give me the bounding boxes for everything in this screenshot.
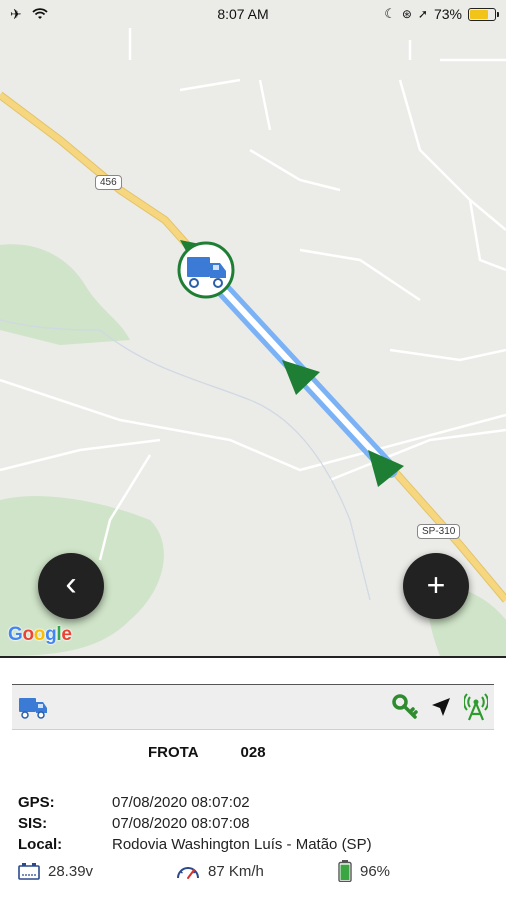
moon-icon: ☾ bbox=[384, 6, 396, 21]
vehicle-bar bbox=[12, 684, 494, 730]
add-button[interactable]: + bbox=[403, 553, 469, 619]
frota-number: 028 bbox=[240, 744, 266, 761]
speedometer-icon bbox=[177, 867, 199, 879]
frota-label: FROTA bbox=[148, 744, 199, 761]
sis-label: SIS: bbox=[18, 815, 48, 832]
battery-level-fill bbox=[470, 9, 488, 19]
navigation-arrow-icon[interactable] bbox=[430, 696, 452, 718]
location-arrow-icon: ➚ bbox=[417, 7, 428, 21]
gps-row: GPS: 07/08/2020 08:07:02 bbox=[18, 792, 498, 813]
vehicle-metrics: 28.39v 87 Km/h 96% bbox=[18, 860, 498, 882]
road-shield-sp310: SP-310 bbox=[417, 524, 461, 539]
local-value: Rodovia Washington Luís - Matão (SP) bbox=[112, 836, 372, 853]
highway-456-fill bbox=[0, 92, 193, 250]
truck-icon[interactable] bbox=[18, 695, 48, 719]
wifi-icon bbox=[32, 8, 48, 19]
gps-label: GPS: bbox=[18, 794, 55, 811]
car-battery-icon bbox=[18, 863, 40, 880]
local-label: Local: bbox=[18, 836, 63, 853]
plus-icon: + bbox=[426, 566, 446, 603]
battery-icon bbox=[468, 7, 499, 21]
key-icon[interactable] bbox=[392, 694, 418, 720]
status-bar: ✈ 8:07 AM ☾ ⊛ ➚ 73% bbox=[0, 0, 506, 28]
device-battery-metric: 96% bbox=[338, 860, 390, 882]
gps-value: 07/08/2020 08:07:02 bbox=[112, 794, 250, 811]
battery-percent: 73% bbox=[433, 6, 462, 22]
back-button[interactable]: ‹ bbox=[38, 553, 104, 619]
google-logo: Google bbox=[8, 624, 72, 645]
park-area bbox=[0, 244, 130, 345]
battery-level-icon bbox=[338, 860, 352, 882]
panel-divider bbox=[0, 656, 506, 658]
status-time: 8:07 AM bbox=[217, 6, 269, 22]
orientation-lock-icon: ⊛ bbox=[401, 7, 412, 21]
map-view[interactable]: 456 SP-310 Google ‹ + bbox=[0, 0, 506, 656]
frota-row: FROTA 028 bbox=[148, 744, 266, 761]
battery-fill bbox=[340, 864, 350, 880]
voltage-value: 28.39v bbox=[48, 862, 94, 880]
airplane-icon: ✈ bbox=[10, 5, 22, 22]
vehicle-details: GPS: 07/08/2020 08:07:02 SIS: 07/08/2020… bbox=[18, 792, 498, 855]
speed-metric: 87 Km/h bbox=[176, 860, 338, 882]
sis-value: 07/08/2020 08:07:08 bbox=[112, 815, 250, 832]
speed-value: 87 Km/h bbox=[208, 862, 264, 880]
sis-row: SIS: 07/08/2020 08:07:08 bbox=[18, 813, 498, 834]
battery-value: 96% bbox=[360, 862, 391, 880]
road-shield-456: 456 bbox=[95, 175, 122, 190]
voltage-metric: 28.39v bbox=[18, 860, 176, 882]
signal-tower-icon[interactable] bbox=[464, 693, 488, 721]
chevron-left-icon: ‹ bbox=[65, 565, 77, 603]
local-row: Local: Rodovia Washington Luís - Matão (… bbox=[18, 834, 498, 855]
